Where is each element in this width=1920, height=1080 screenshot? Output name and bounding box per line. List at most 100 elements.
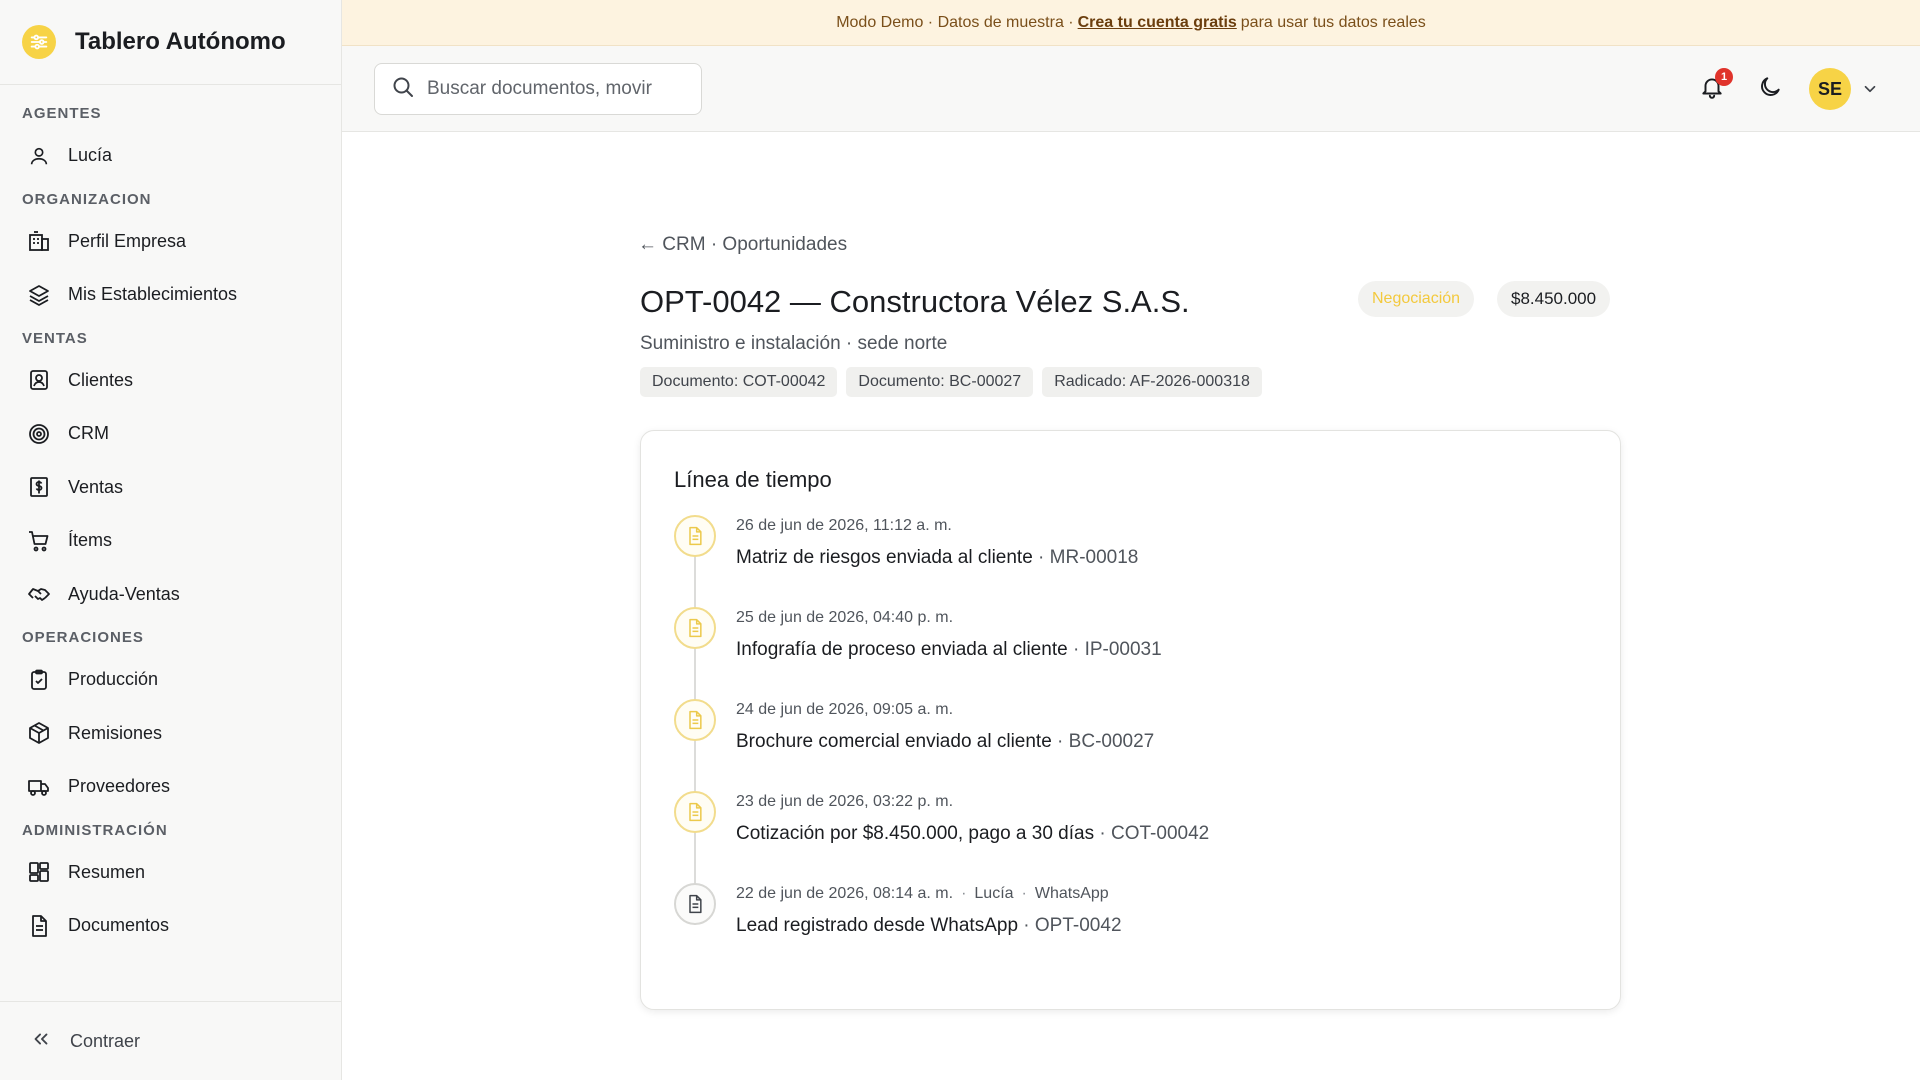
stage-badge: Negociación [1358,281,1475,317]
event-text: Infografía de proceso enviada al cliente [736,639,1068,660]
event-ref: COT-00042 [1111,823,1210,844]
filing-chip[interactable]: Radicado: AF-2026-000318 [1042,367,1262,397]
cart-icon [26,528,52,554]
sidebar: Tablero Autónomo AGENTES Lucía ORGANIZAC… [0,0,342,1080]
layers-icon [26,282,52,308]
sliders-logo-icon [22,25,56,59]
user-icon [26,143,52,169]
contact-icon [26,367,52,393]
document-icon [674,607,716,649]
sidebar-item-label: Mis Establecimientos [68,284,238,305]
building-icon [26,228,52,254]
notification-badge: 1 [1715,68,1733,86]
notifications-button[interactable]: 1 [1695,68,1733,106]
timeline-event: 25 de jun de 2026, 04:40 p. m. Infografí… [674,607,1574,699]
search-box[interactable] [374,63,702,115]
breadcrumb[interactable]: ← CRM · Oportunidades [638,234,847,256]
chevron-down-icon[interactable] [1861,80,1879,103]
event-text: Cotización por $8.450.000, pago a 30 día… [736,823,1095,844]
sidebar-item-label: Resumen [68,861,146,882]
event-description: Brochure comercial enviado al cliente · … [736,731,1155,752]
section-title-organizacion: ORGANIZACION [22,190,152,208]
sidebar-item-label: Remisiones [68,722,163,743]
search-icon [391,75,415,104]
truck-icon [26,774,52,800]
document-icon [674,699,716,741]
event-text: Brochure comercial enviado al cliente [736,731,1052,752]
dashboard-icon [26,859,52,885]
page-subtitle: Suministro e instalación · sede norte [640,333,948,354]
event-date: 25 de jun de 2026, 04:40 p. m. [736,609,954,626]
sidebar-item-resumen[interactable]: Resumen [0,846,341,900]
event-ref: BC-00027 [1068,731,1155,752]
event-text: Lead registrado desde WhatsApp [736,915,1019,936]
sidebar-item-label: CRM [68,423,109,444]
dark-mode-toggle[interactable] [1753,72,1787,106]
sidebar-item-label: Ayuda-Ventas [68,583,180,604]
dollar-receipt-icon [26,474,52,500]
clipboard-check-icon [26,667,52,693]
event-description: Infografía de proceso enviada al cliente… [736,639,1162,660]
event-meta: 22 de jun de 2026, 08:14 a. m. · Lucía · Wha… [736,885,1109,902]
timeline-event: 24 de jun de 2026, 09:05 a. m. Brochure … [674,699,1574,791]
sidebar-item-produccion[interactable]: Producción [0,653,341,707]
event-ref: IP-00031 [1084,639,1162,660]
event-date: 24 de jun de 2026, 09:05 a. m. [736,701,954,718]
user-avatar[interactable]: SE [1809,68,1851,110]
document-icon [26,913,52,939]
sidebar-item-lucia[interactable]: Lucía [0,129,341,183]
sidebar-item-label: Perfil Empresa [68,230,187,251]
sidebar-item-remisiones[interactable]: Remisiones [0,707,341,761]
event-channel: WhatsApp [1034,885,1109,902]
timeline-event: 26 de jun de 2026, 11:12 a. m. Matriz de… [674,515,1574,607]
sidebar-item-label: Proveedores [68,776,171,797]
event-description: Lead registrado desde WhatsApp · OPT-004… [736,915,1122,936]
collapse-label: Contraer [70,1030,141,1051]
sidebar-item-ventas[interactable]: Ventas [0,461,341,515]
event-ref: OPT-0042 [1034,915,1122,936]
moon-icon [1757,74,1783,105]
collapse-sidebar-button[interactable]: Contraer [0,1001,341,1080]
section-title-agentes: AGENTES [22,105,102,122]
package-icon [26,720,52,746]
sidebar-item-label: Producción [68,669,159,690]
sidebar-item-label: Clientes [68,369,134,390]
sidebar-item-ayuda-ventas[interactable]: Ayuda-Ventas [0,568,341,622]
page-title: OPT-0042 — Constructora Vélez S.A.S. [640,284,1190,319]
event-date: 22 de jun de 2026, 08:14 a. m. [736,885,954,902]
banner-prefix: Modo Demo · Datos de muestra · [836,13,1074,31]
sidebar-item-proveedores[interactable]: Proveedores [0,760,341,814]
document-chip[interactable]: Documento: COT-00042 [640,367,838,397]
app-title: Tablero Autónomo [75,28,286,55]
banner-suffix: para usar tus datos reales [1240,13,1426,31]
brand: Tablero Autónomo [0,0,341,85]
event-text: Matriz de riesgos enviada al cliente [736,547,1033,568]
timeline-card: Línea de tiempo 26 de jun de 2026, 11:12… [640,430,1621,1010]
target-icon [26,421,52,447]
chevrons-left-icon [30,1028,52,1055]
event-agent: Lucía [974,885,1014,902]
sidebar-item-documentos[interactable]: Documentos [0,899,341,953]
sidebar-item-perfil-empresa[interactable]: Perfil Empresa [0,215,341,269]
sidebar-item-mis-establecimientos[interactable]: Mis Establecimientos [0,268,341,322]
document-icon [674,883,716,925]
section-title-administracion: ADMINISTRACIÓN [22,821,168,839]
amount-badge: $8.450.000 [1497,281,1611,317]
timeline-event: 22 de jun de 2026, 08:14 a. m. · Lucía · Wha… [674,883,1574,975]
sidebar-item-items[interactable]: Ítems [0,514,341,568]
topbar: 1 SE [342,46,1920,132]
event-description: Cotización por $8.450.000, pago a 30 día… [736,823,1210,844]
timeline-title: Línea de tiempo [674,467,832,492]
handshake-icon [26,581,52,607]
timeline-event: 23 de jun de 2026, 03:22 p. m. Cotizació… [674,791,1574,883]
sidebar-item-clientes[interactable]: Clientes [0,354,341,408]
event-date: 23 de jun de 2026, 03:22 p. m. [736,793,954,810]
sidebar-item-label: Ítems [68,530,113,551]
event-date: 26 de jun de 2026, 11:12 a. m. [736,517,952,534]
sidebar-item-crm[interactable]: CRM [0,407,341,461]
document-chip[interactable]: Documento: BC-00027 [846,367,1034,397]
search-input[interactable] [427,78,677,100]
demo-banner: Modo Demo · Datos de muestra · Crea tu c… [342,0,1920,46]
section-title-operaciones: OPERACIONES [22,629,144,646]
create-account-link[interactable]: Crea tu cuenta gratis [1078,14,1237,32]
